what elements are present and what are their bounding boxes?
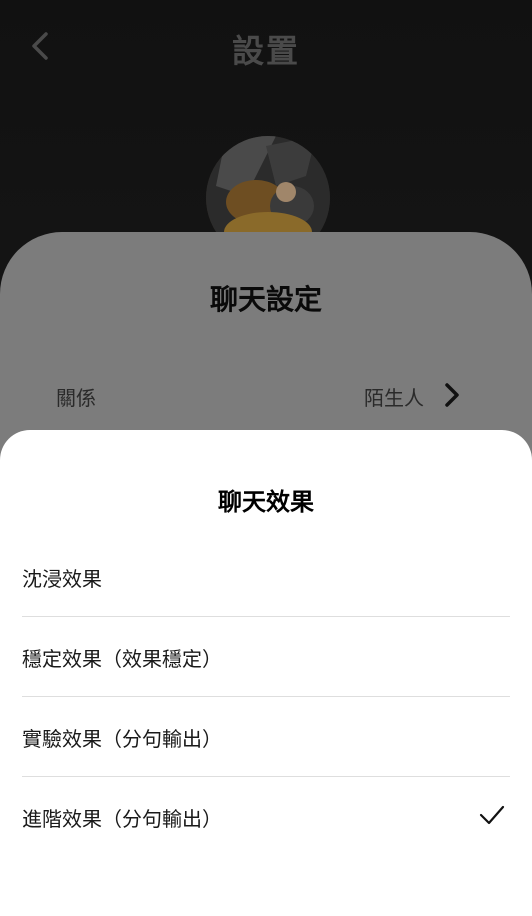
relation-row[interactable]: 關係 陌生人: [0, 372, 532, 422]
option-label: 穩定效果（效果穩定）: [22, 647, 222, 671]
option-experimental[interactable]: 實驗效果（分句輸出）: [22, 697, 510, 777]
top-header: 設置: [0, 0, 532, 100]
option-label: 實驗效果（分句輸出）: [22, 727, 222, 751]
chevron-right-icon: [445, 383, 459, 407]
option-stable[interactable]: 穩定效果（效果穩定）: [22, 617, 510, 697]
chat-settings-title: 聊天設定: [209, 283, 322, 316]
relation-label: 關係: [56, 386, 96, 410]
option-advanced[interactable]: 進階效果（分句輸出）: [22, 777, 510, 857]
option-label: 進階效果（分句輸出）: [22, 807, 222, 831]
chat-effect-title: 聊天效果: [218, 488, 314, 516]
chat-effect-sheet: 聊天效果 沈浸效果 穩定效果（效果穩定） 實驗效果（分句輸出） 進階效果（分句輸…: [0, 430, 532, 916]
page-title: 設置: [231, 32, 300, 70]
option-label: 沈浸效果: [22, 567, 102, 591]
check-icon: [479, 805, 505, 825]
relation-value: 陌生人: [364, 386, 424, 410]
option-immersive[interactable]: 沈浸效果: [22, 537, 510, 617]
app-screen: 設置 聊天設定 關係 陌生人 聊天效果 沈浸效果 穩定效果（效果穩定） 實驗效果…: [0, 0, 532, 916]
